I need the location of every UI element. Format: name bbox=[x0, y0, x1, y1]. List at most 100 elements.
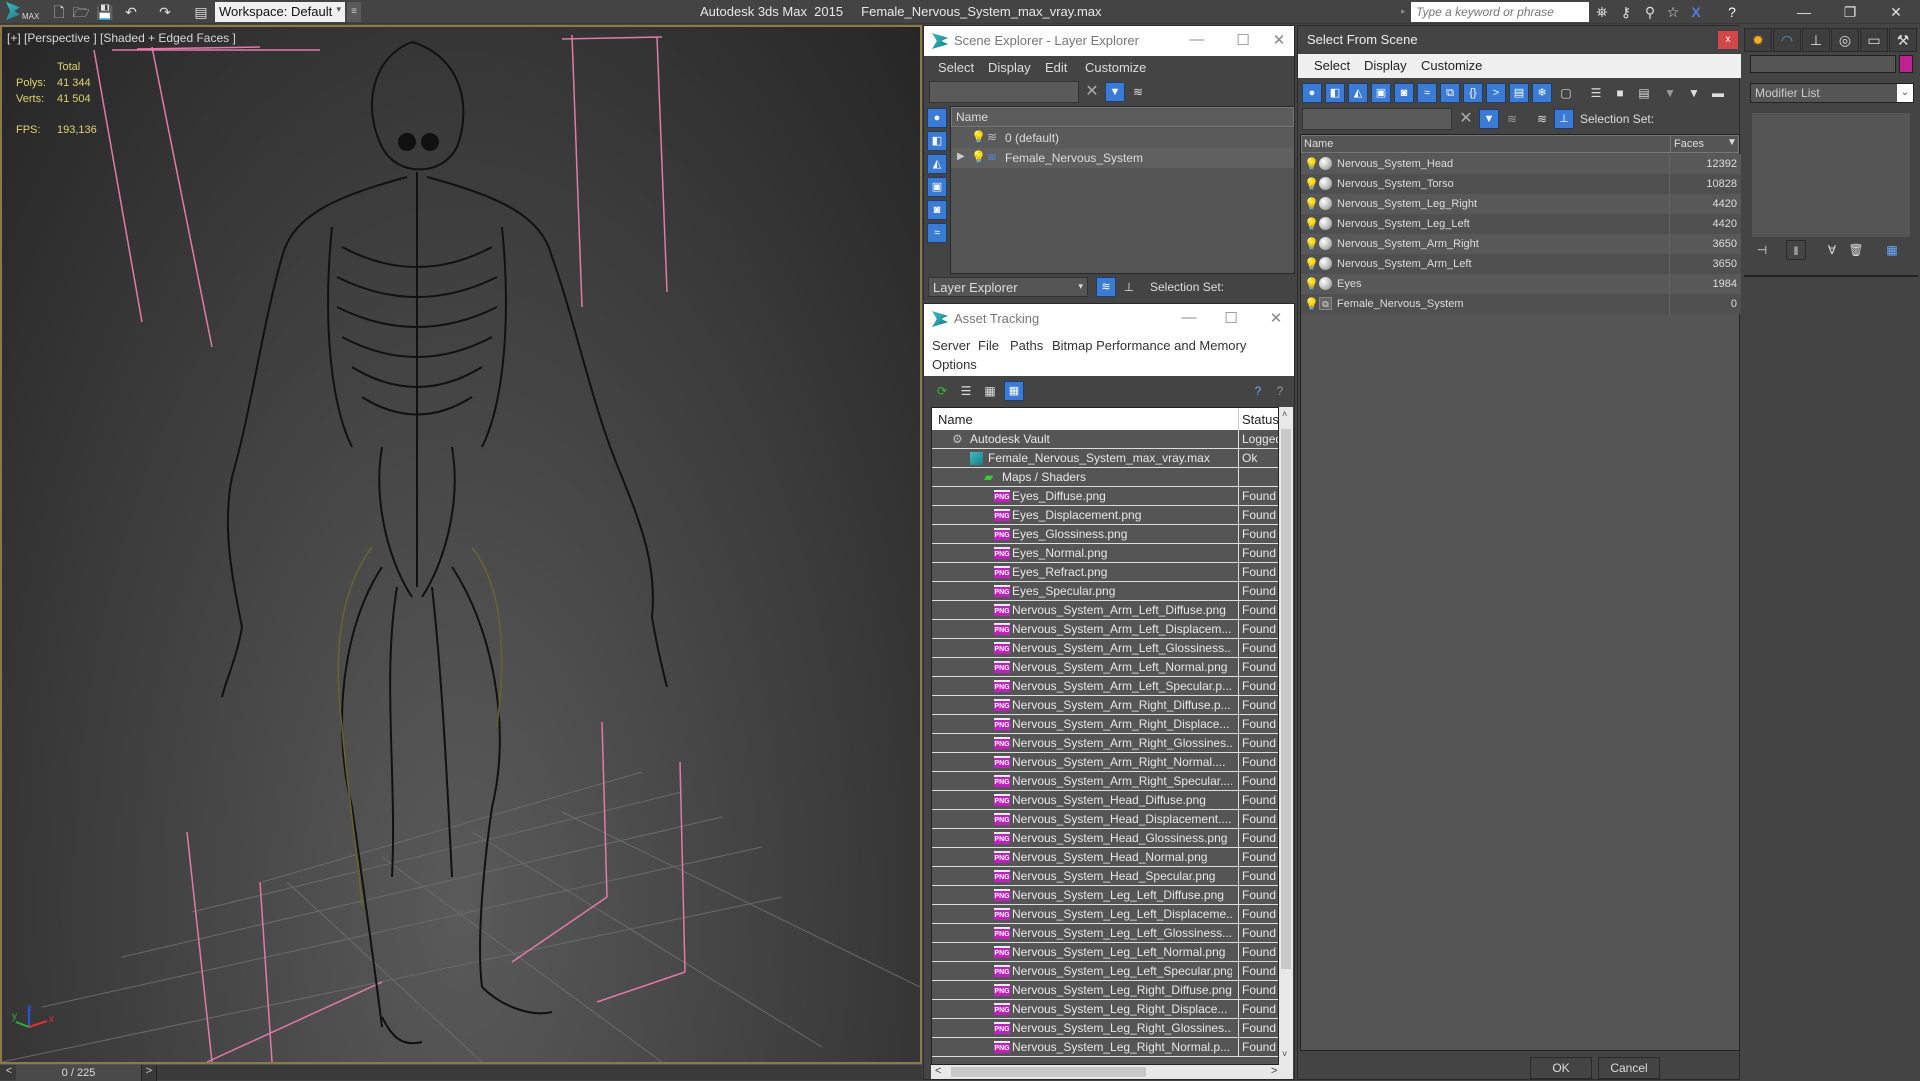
menu-paths[interactable]: Paths bbox=[1010, 338, 1043, 353]
asset-row[interactable]: PNG Nervous_System_Leg_Left_Displaceme...… bbox=[932, 905, 1278, 924]
column-sort-chevron-icon[interactable]: ▼ bbox=[1727, 137, 1737, 148]
containers-filter-icon[interactable]: ▤ bbox=[1509, 83, 1529, 103]
menu-customize[interactable]: Customize bbox=[1421, 58, 1482, 73]
clear-search-icon[interactable]: ✕ bbox=[1456, 109, 1476, 129]
asset-row[interactable]: PNG Eyes_Normal.png Found bbox=[932, 544, 1278, 563]
close-button[interactable]: x bbox=[1718, 31, 1738, 49]
asset-row[interactable]: PNG Nervous_System_Arm_Left_Diffuse.png Fo… bbox=[932, 601, 1278, 620]
asset-row[interactable]: PNG Eyes_Glossiness.png Found bbox=[932, 525, 1278, 544]
sort-by-hierarchy-icon[interactable]: ⊥ bbox=[1554, 109, 1574, 129]
xrefs-filter-icon[interactable]: {} bbox=[1463, 83, 1483, 103]
pin-stack-icon[interactable]: ⊣ bbox=[1752, 240, 1772, 260]
project-folder-icon[interactable]: ▤ bbox=[192, 3, 210, 21]
asset-row[interactable]: ⚙ Autodesk Vault Logged bbox=[932, 430, 1278, 449]
display-all-icon[interactable]: ☰ bbox=[1586, 83, 1606, 103]
visibility-bulb-icon[interactable]: 💡 bbox=[1304, 277, 1319, 291]
scene-explorer-search-input[interactable] bbox=[929, 81, 1079, 103]
shapes-filter-icon[interactable]: ◧ bbox=[1325, 83, 1345, 103]
geometry-filter-icon[interactable]: ● bbox=[927, 108, 947, 128]
display-none-icon[interactable]: ■ bbox=[1610, 83, 1630, 103]
visibility-bulb-icon[interactable]: 💡 bbox=[1304, 297, 1319, 311]
filter-icon[interactable]: ▼ bbox=[1660, 83, 1680, 103]
helpers-filter-icon[interactable]: ◙ bbox=[927, 200, 947, 220]
lights-filter-icon[interactable]: ◭ bbox=[927, 154, 947, 174]
time-slider-thumb[interactable]: 0 / 225 bbox=[16, 1065, 141, 1081]
asset-row[interactable]: PNG Nervous_System_Arm_Right_Displace... F… bbox=[932, 715, 1278, 734]
visibility-bulb-icon[interactable]: 💡 bbox=[1304, 157, 1319, 171]
infocenter-search-input[interactable]: Type a keyword or phrase bbox=[1411, 2, 1589, 22]
filter-icon[interactable]: ▼ bbox=[1479, 109, 1499, 129]
asset-row[interactable]: PNG Nervous_System_Head_Specular.png Found bbox=[932, 867, 1278, 886]
asset-row[interactable]: PNG Nervous_System_Head_Normal.png Found bbox=[932, 848, 1278, 867]
binoculars-icon[interactable]: ⛯ bbox=[1592, 3, 1612, 21]
asset-row[interactable]: PNG Nervous_System_Leg_Right_Glossines...… bbox=[932, 1019, 1278, 1038]
list-view-icon[interactable]: ☰ bbox=[956, 381, 976, 401]
create-tab-icon[interactable]: ✹ bbox=[1744, 28, 1772, 52]
filter-options-icon[interactable]: ▼ bbox=[1684, 83, 1704, 103]
frozen-filter-icon[interactable]: ❄ bbox=[1532, 83, 1552, 103]
asset-row[interactable]: PNG Eyes_Specular.png Found bbox=[932, 582, 1278, 601]
cancel-button[interactable]: Cancel bbox=[1598, 1057, 1660, 1079]
close-button[interactable]: ✕ bbox=[1264, 31, 1294, 49]
perspective-viewport[interactable]: [+] [Perspective ] [Shaded + Edged Faces… bbox=[0, 25, 922, 1064]
spacewarps-filter-icon[interactable]: ≈ bbox=[927, 223, 947, 243]
asset-row[interactable]: PNG Nervous_System_Arm_Left_Glossiness...… bbox=[932, 639, 1278, 658]
asset-row[interactable]: PNG Nervous_System_Leg_Left_Normal.png Fou… bbox=[932, 943, 1278, 962]
asset-row[interactable]: PNG Nervous_System_Head_Diffuse.png Found bbox=[932, 791, 1278, 810]
minimize-button[interactable]: — bbox=[1781, 0, 1827, 24]
asset-row[interactable]: PNG Eyes_Refract.png Found bbox=[932, 563, 1278, 582]
asset-row[interactable]: PNG Nervous_System_Arm_Right_Glossines...… bbox=[932, 734, 1278, 753]
new-file-icon[interactable]: 🗋 bbox=[50, 3, 68, 21]
display-tab-icon[interactable]: ▭ bbox=[1860, 28, 1888, 52]
close-app-button[interactable]: ✕ bbox=[1873, 0, 1919, 24]
visibility-bulb-icon[interactable]: 💡 bbox=[1304, 237, 1319, 251]
modify-tab-icon[interactable]: ◠ bbox=[1773, 28, 1801, 52]
make-unique-icon[interactable]: ∀ bbox=[1822, 240, 1842, 260]
minimize-button[interactable]: — bbox=[1182, 31, 1212, 48]
menu-select[interactable]: Select bbox=[938, 60, 974, 75]
asset-row[interactable]: PNG Nervous_System_Leg_Left_Specular.png F… bbox=[932, 962, 1278, 981]
horizontal-scrollbar[interactable]: < > bbox=[931, 1065, 1293, 1079]
visibility-bulb-icon[interactable]: 💡 bbox=[1304, 257, 1319, 271]
ok-button[interactable]: OK bbox=[1530, 1057, 1592, 1079]
lights-filter-icon[interactable]: ◭ bbox=[1348, 83, 1368, 103]
asset-row[interactable]: PNG Nervous_System_Head_Displacement.... F… bbox=[932, 810, 1278, 829]
asset-row[interactable]: PNG Nervous_System_Leg_Left_Glossiness...… bbox=[932, 924, 1278, 943]
viewport-label-menu[interactable]: [+] [Perspective ] [Shaded + Edged Faces… bbox=[7, 31, 236, 45]
hidden-filter-icon[interactable]: ▢ bbox=[1556, 83, 1576, 103]
menu-bitmap-performance[interactable]: Bitmap Performance and Memory bbox=[1052, 338, 1246, 353]
bones-filter-icon[interactable]: > bbox=[1486, 83, 1506, 103]
scene-explorer-titlebar[interactable]: Scene Explorer - Layer Explorer — ☐ ✕ bbox=[924, 26, 1294, 56]
previous-frame-button[interactable]: < bbox=[2, 1065, 16, 1081]
name-column-header[interactable]: Name bbox=[1304, 138, 1333, 150]
scroll-left-icon[interactable]: < bbox=[935, 1065, 941, 1077]
sort-by-hierarchy-icon[interactable]: ⊥ bbox=[1119, 277, 1139, 297]
app-menu-button[interactable]: MAX bbox=[2, 1, 42, 23]
restore-button[interactable]: ❐ bbox=[1827, 0, 1873, 24]
save-icon[interactable]: 💾 bbox=[96, 3, 114, 21]
scroll-down-icon[interactable]: ˅ bbox=[1282, 1049, 1287, 1059]
sort-by-layer-icon[interactable]: ≋ bbox=[1532, 109, 1552, 129]
utilities-tab-icon[interactable]: ⚒ bbox=[1889, 28, 1917, 52]
asset-row[interactable]: PNG Nervous_System_Arm_Right_Specular....… bbox=[932, 772, 1278, 791]
geometry-filter-icon[interactable]: ● bbox=[1302, 83, 1322, 103]
minimize-button[interactable]: — bbox=[1174, 309, 1204, 326]
select-from-scene-titlebar[interactable]: Select From Scene bbox=[1298, 26, 1741, 54]
menu-options[interactable]: Options bbox=[932, 357, 977, 372]
object-row[interactable]: 💡 Eyes 1984 bbox=[1301, 274, 1741, 294]
next-frame-button[interactable]: > bbox=[141, 1065, 157, 1081]
toolbar-options-icon[interactable]: ▬ bbox=[1708, 83, 1728, 103]
visibility-bulb-icon[interactable]: 💡 bbox=[971, 150, 986, 164]
faces-column-header[interactable]: Faces bbox=[1674, 138, 1704, 150]
asset-row[interactable]: PNG Nervous_System_Leg_Right_Normal.p... F… bbox=[932, 1038, 1278, 1057]
filter-icon[interactable]: ▼ bbox=[1105, 82, 1125, 102]
object-row[interactable]: 💡 Nervous_System_Leg_Left 4420 bbox=[1301, 214, 1741, 234]
modifier-list-dropdown[interactable]: Modifier List ⌄ bbox=[1750, 83, 1914, 103]
object-row[interactable]: 💡 Nervous_System_Arm_Left 3650 bbox=[1301, 254, 1741, 274]
menu-edit[interactable]: Edit bbox=[1045, 60, 1067, 75]
cameras-filter-icon[interactable]: ▣ bbox=[927, 177, 947, 197]
context-help-icon[interactable]: ? bbox=[1270, 381, 1290, 401]
workspace-dropdown[interactable]: Workspace: Default ▾ bbox=[215, 2, 345, 22]
asset-row[interactable]: PNG Nervous_System_Arm_Left_Specular.p...… bbox=[932, 677, 1278, 696]
object-row[interactable]: 💡 Nervous_System_Arm_Right 3650 bbox=[1301, 234, 1741, 254]
